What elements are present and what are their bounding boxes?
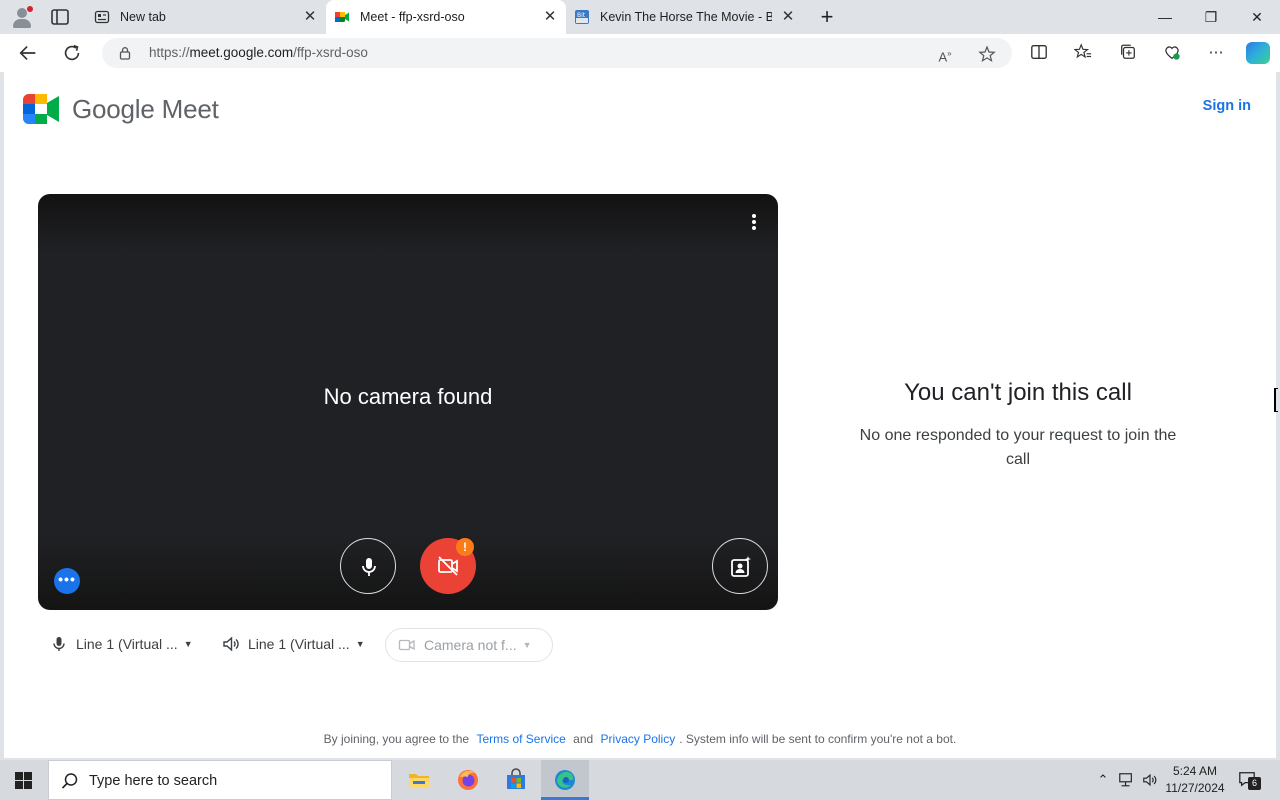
camera-select[interactable]: Camera not f... ▼	[385, 628, 553, 662]
browser-tab-strip: New tab ✕ Meet - ffp-xsrd-oso ✕ Bit Kevi…	[0, 0, 1280, 34]
refresh-icon[interactable]	[60, 41, 84, 65]
microphone-toggle-button[interactable]	[340, 538, 396, 594]
terms-of-service-link[interactable]: Terms of Service	[476, 732, 565, 746]
tab-close-icon[interactable]: ✕	[780, 9, 796, 25]
google-meet-logo[interactable]: Google Meet	[22, 92, 219, 126]
privacy-policy-link[interactable]: Privacy Policy	[601, 732, 676, 746]
browser-tab-meet[interactable]: Meet - ffp-xsrd-oso ✕	[326, 0, 566, 34]
footer-suffix: . System info will be sent to confirm yo…	[679, 732, 957, 746]
address-url: https://meet.google.com/ffp-xsrd-oso	[149, 38, 368, 68]
favorite-star-icon[interactable]	[978, 45, 996, 63]
microphone-icon	[53, 637, 65, 651]
more-options-dots-icon[interactable]: •••	[54, 568, 80, 594]
back-arrow-icon[interactable]	[16, 41, 40, 65]
camera-off-icon	[438, 556, 458, 576]
clock-date: 11/27/2024	[1165, 781, 1225, 795]
browser-essentials-icon[interactable]	[1162, 43, 1182, 63]
video-preview: No camera found ! •••	[38, 194, 778, 610]
meet-page: Google Meet Sign in No camera found ! ••…	[4, 72, 1276, 758]
speaker-select-value: Line 1 (Virtual ...	[248, 636, 350, 652]
start-button[interactable]	[0, 760, 48, 800]
camera-select-value: Camera not f...	[424, 637, 517, 653]
windows-taskbar: Type here to search ⌃ 5:24 AM 11/27/2024…	[0, 760, 1280, 800]
legal-footer: By joining, you agree to the Terms of Se…	[4, 732, 1276, 746]
copilot-icon[interactable]	[1246, 42, 1270, 64]
browser-tab-bitview[interactable]: Bit Kevin The Horse The Movie - BitV ✕	[566, 0, 804, 34]
favorites-icon[interactable]	[1073, 43, 1093, 63]
browser-tab-new-tab[interactable]: New tab ✕	[86, 0, 326, 34]
google-meet-logo-icon	[23, 94, 59, 124]
show-hidden-icons-chevron-icon[interactable]: ⌃	[1094, 760, 1112, 800]
url-host: meet.google.com	[189, 45, 294, 60]
url-scheme: https://	[149, 45, 190, 60]
file-explorer-icon	[409, 774, 429, 788]
notification-center-icon[interactable]: 6	[1238, 770, 1261, 790]
firefox-icon	[458, 770, 478, 790]
new-tab-button[interactable]: +	[816, 6, 838, 28]
join-status-title: You can't join this call	[904, 379, 1132, 406]
read-aloud-icon[interactable]: A»	[936, 45, 954, 64]
dropdown-arrow-icon: ▼	[183, 639, 193, 649]
tab-title: Meet - ffp-xsrd-oso	[360, 10, 465, 24]
microsoft-store-icon	[507, 768, 525, 789]
search-icon	[61, 773, 78, 789]
search-placeholder: Type here to search	[89, 773, 218, 789]
footer-and: and	[573, 732, 594, 746]
taskbar-edge[interactable]	[541, 760, 589, 800]
tab-title: Kevin The Horse The Movie - BitV	[600, 10, 772, 24]
browser-toolbar: https://meet.google.com/ffp-xsrd-oso A» …	[0, 34, 1280, 72]
tab-title: New tab	[120, 10, 166, 24]
address-bar[interactable]: https://meet.google.com/ffp-xsrd-oso A»	[102, 38, 1012, 68]
window-close-button[interactable]: ✕	[1234, 0, 1280, 34]
join-status-subtitle: No one responded to your request to join…	[859, 427, 1177, 468]
footer-prefix: By joining, you agree to the	[323, 732, 470, 746]
new-tab-page-icon	[94, 10, 110, 24]
microphone-select-value: Line 1 (Virtual ...	[76, 636, 178, 652]
network-icon[interactable]	[1116, 760, 1136, 800]
clock-time: 5:24 AM	[1172, 764, 1218, 778]
tab-close-icon[interactable]: ✕	[302, 9, 318, 25]
taskbar-search-box[interactable]: Type here to search	[48, 760, 392, 800]
camera-icon	[398, 639, 415, 651]
visual-effects-button[interactable]	[712, 538, 768, 594]
settings-more-icon[interactable]: ⋯	[1206, 43, 1226, 63]
brand-wordmark: Google Meet	[72, 93, 219, 124]
windows-logo-icon	[15, 772, 32, 789]
microphone-icon	[362, 558, 376, 576]
dropdown-arrow-icon: ▼	[355, 639, 365, 649]
speaker-select[interactable]: Line 1 (Virtual ... ▼	[222, 628, 365, 660]
tab-close-icon[interactable]: ✕	[542, 9, 558, 25]
tab-actions-icon[interactable]	[50, 7, 70, 27]
taskbar-firefox[interactable]	[444, 760, 492, 800]
google-meet-icon	[335, 12, 349, 22]
collections-icon[interactable]	[1118, 43, 1138, 63]
window-minimize-button[interactable]: —	[1142, 0, 1188, 34]
notification-count-badge: 6	[1248, 777, 1261, 790]
window-restore-button[interactable]: ❐	[1188, 0, 1234, 34]
bitview-icon: Bit	[575, 10, 589, 24]
sign-in-link[interactable]: Sign in	[1203, 98, 1251, 114]
svg-text:Bit: Bit	[577, 12, 586, 19]
volume-icon[interactable]	[1140, 760, 1160, 800]
split-screen-icon[interactable]	[1029, 43, 1049, 63]
microphone-select[interactable]: Line 1 (Virtual ... ▼	[50, 628, 193, 660]
dropdown-arrow-icon: ▼	[522, 640, 532, 650]
site-info-lock-icon[interactable]	[118, 46, 132, 60]
profile-avatar-icon[interactable]	[10, 5, 34, 29]
camera-warning-badge: !	[456, 538, 474, 556]
more-options-icon[interactable]	[748, 214, 760, 234]
text-cursor-icon	[1274, 388, 1278, 412]
taskbar-file-explorer[interactable]	[395, 760, 443, 800]
no-camera-message: No camera found	[323, 384, 493, 409]
speaker-icon	[223, 636, 239, 652]
visual-effects-icon	[731, 556, 751, 577]
edge-icon	[555, 770, 575, 790]
taskbar-clock[interactable]: 5:24 AM 11/27/2024	[1160, 763, 1230, 797]
url-path: /ffp-xsrd-oso	[293, 45, 368, 60]
taskbar-microsoft-store[interactable]	[492, 760, 540, 800]
